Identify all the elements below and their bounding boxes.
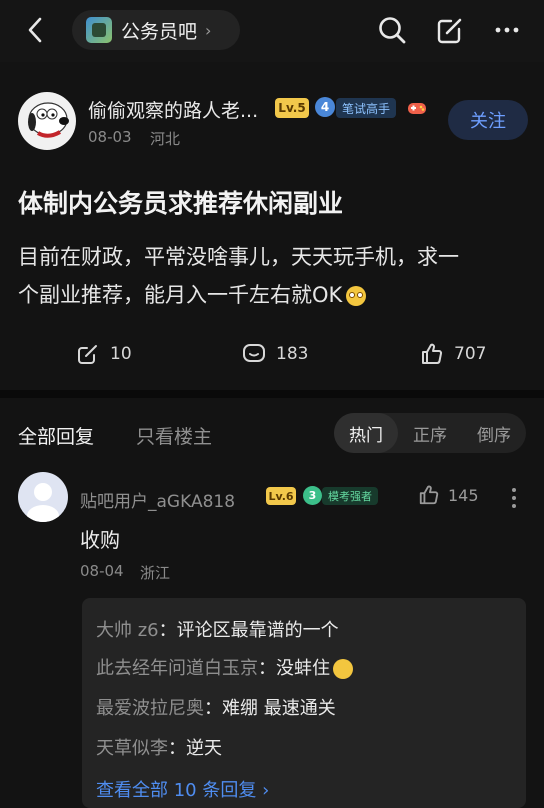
tab-author-only[interactable]: 只看楼主 xyxy=(136,422,212,449)
sub-reply-text: 难绷 最速通关 xyxy=(222,698,336,719)
gamepad-icon xyxy=(406,97,428,119)
awe-emoji-icon xyxy=(346,286,367,306)
post-body-line: 个副业推荐，能月入一千左右就OK xyxy=(18,276,526,314)
reply-username[interactable]: 贴吧用户_aGKA818 xyxy=(80,487,235,512)
reply-date: 08-04 xyxy=(80,562,124,580)
post-location: 河北 xyxy=(150,130,181,148)
post-date: 08-03 xyxy=(88,128,132,146)
rank-diamond-icon: 4 xyxy=(315,97,335,117)
sub-reply-user[interactable]: 最爱波拉尼奥 xyxy=(96,698,204,719)
sub-reply-text: 没蚌住 xyxy=(276,658,330,679)
comment-count: 183 xyxy=(276,344,309,364)
tab-all-replies[interactable]: 全部回复 xyxy=(18,422,94,449)
sort-toggle: 热门 正序 倒序 xyxy=(334,413,526,453)
laugh-emoji-icon xyxy=(333,659,353,679)
sort-hot[interactable]: 热门 xyxy=(334,413,398,453)
search-icon[interactable] xyxy=(376,14,408,46)
reply-like-button[interactable]: 145 xyxy=(418,484,479,506)
view-all-replies-link[interactable]: 查看全部 10 条回复 › xyxy=(96,776,269,802)
level-badge: Lv.5 xyxy=(275,98,309,118)
sub-reply-user[interactable]: 此去经年问道白玉京 xyxy=(96,658,258,679)
sort-ascending[interactable]: 正序 xyxy=(398,413,462,453)
like-count: 707 xyxy=(454,344,487,364)
level-badge: Lv.6 xyxy=(266,487,296,505)
title-tag: 模考强者 xyxy=(322,487,378,505)
sub-reply[interactable]: 大帅 z6：评论区最靠谱的一个 xyxy=(96,616,339,642)
forum-logo-icon xyxy=(86,17,112,43)
post-title: 体制内公务员求推荐休闲副业 xyxy=(18,189,344,218)
section-divider xyxy=(0,390,544,398)
edit-icon[interactable] xyxy=(434,14,466,46)
share-icon xyxy=(78,345,97,364)
sort-descending[interactable]: 倒序 xyxy=(462,413,526,453)
sub-reply-text: 评论区最靠谱的一个 xyxy=(176,620,339,641)
forum-name-pill[interactable]: 公务员吧 › xyxy=(72,10,240,50)
comment-button[interactable]: 183 xyxy=(242,342,308,366)
sub-reply[interactable]: 天草似李：逆天 xyxy=(96,734,222,760)
author-avatar[interactable] xyxy=(18,92,76,150)
reply-location: 浙江 xyxy=(140,564,171,582)
comment-icon xyxy=(243,344,265,362)
chevron-right-icon: › xyxy=(205,20,212,40)
sub-reply[interactable]: 此去经年问道白玉京：没蚌住 xyxy=(96,654,353,680)
thumbs-up-icon xyxy=(419,485,439,505)
like-button[interactable]: 707 xyxy=(420,342,486,366)
reply-text: 收购 xyxy=(80,528,120,552)
reply-avatar[interactable] xyxy=(18,472,68,522)
sub-reply-user[interactable]: 天草似李 xyxy=(96,738,168,759)
share-button[interactable]: 10 xyxy=(76,342,132,366)
title-tag: 笔试高手 xyxy=(336,98,397,118)
sub-reply-user[interactable]: 大帅 z6 xyxy=(96,620,159,641)
reply-more-icon[interactable] xyxy=(506,484,522,512)
rank-diamond-icon: 3 xyxy=(303,486,322,505)
thumbs-up-icon xyxy=(422,343,443,364)
sub-reply[interactable]: 最爱波拉尼奥：难绷 最速通关 xyxy=(96,694,336,720)
more-icon[interactable] xyxy=(491,14,523,46)
follow-button[interactable]: 关注 xyxy=(448,100,528,140)
forum-name: 公务员吧 xyxy=(121,20,198,43)
post-body: 目前在财政，平常没啥事儿，天天玩手机，求一 个副业推荐，能月入一千左右就OK xyxy=(18,238,526,314)
back-arrow-icon[interactable] xyxy=(20,14,50,46)
share-count: 10 xyxy=(110,344,132,364)
reply-like-count: 145 xyxy=(448,485,479,505)
author-name[interactable]: 偷偷观察的路人老... xyxy=(88,96,258,123)
sub-reply-text: 逆天 xyxy=(186,738,222,759)
post-body-line: 目前在财政，平常没啥事儿，天天玩手机，求一 xyxy=(18,245,459,269)
